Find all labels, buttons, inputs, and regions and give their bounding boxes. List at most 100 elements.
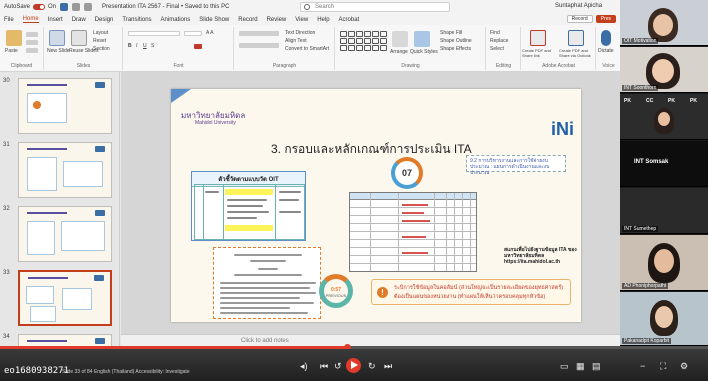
- editing-group-label: Editing: [495, 63, 512, 69]
- replace-label[interactable]: Replace: [490, 38, 508, 44]
- thumbnail-row[interactable]: 31: [0, 140, 119, 204]
- bold-icon[interactable]: B: [128, 43, 132, 49]
- layout-label[interactable]: Layout: [93, 30, 108, 36]
- participant-tile[interactable]: OIT Motivation: [620, 0, 708, 46]
- menu-insert[interactable]: Insert: [48, 17, 63, 23]
- budget-plan-table[interactable]: [349, 192, 477, 272]
- thumbnail-row[interactable]: 32: [0, 204, 119, 268]
- microphone-icon[interactable]: [601, 30, 611, 46]
- reading-view-icon[interactable]: ▤: [592, 361, 601, 372]
- slide-title[interactable]: 3. กรอบและหลักเกณฑ์การประเมิน ITA: [271, 140, 472, 159]
- menu-animations[interactable]: Animations: [161, 17, 191, 23]
- slide-thumbnail-selected[interactable]: [18, 270, 112, 326]
- zoom-out-icon[interactable]: −: [640, 361, 645, 371]
- fullscreen-icon[interactable]: ⛶: [660, 361, 666, 372]
- font-color-icon[interactable]: [194, 44, 202, 49]
- create-pdf-outlook-icon[interactable]: [568, 30, 584, 46]
- menu-view[interactable]: View: [295, 17, 308, 23]
- autosave-toggle[interactable]: AutoSave On: [4, 4, 56, 10]
- menu-acrobat[interactable]: Acrobat: [339, 17, 360, 23]
- undo-icon[interactable]: [72, 3, 81, 11]
- align-text-label[interactable]: Align Text: [285, 38, 307, 44]
- find-label[interactable]: Find: [490, 30, 500, 36]
- current-slide[interactable]: มหาวิทยาลัยมหิดล Mahidol University iNi …: [171, 89, 581, 322]
- shape-effects-label[interactable]: Shape Effects: [440, 46, 471, 52]
- participant-tile[interactable]: Pakanadpit Koparbit: [620, 292, 708, 346]
- normal-view-icon[interactable]: ▭: [560, 361, 569, 372]
- section-label[interactable]: Section: [93, 46, 110, 52]
- search-input[interactable]: Search: [300, 2, 450, 12]
- font-size-select[interactable]: [184, 31, 202, 36]
- thumbnail-row[interactable]: 33: [0, 268, 119, 332]
- volume-icon[interactable]: ◂): [300, 361, 308, 372]
- document-preview[interactable]: [213, 247, 321, 319]
- menu-record[interactable]: Record: [238, 17, 257, 23]
- warning-note-box[interactable]: ! ระบิการใช้ข้อมูลในคอลัมน์ (ส่วนใหญ่จะเ…: [371, 279, 571, 305]
- create-pdf-label: Create PDF and Share link: [522, 48, 551, 58]
- new-slide-icon[interactable]: [49, 30, 65, 46]
- grow-font-icon[interactable]: A A: [206, 30, 214, 36]
- align-icon[interactable]: [239, 43, 279, 48]
- menu-design[interactable]: Design: [95, 17, 114, 23]
- participant-tile[interactable]: INT Sumethep: [620, 188, 708, 234]
- create-pdf-icon[interactable]: [530, 30, 546, 46]
- thumbnail-number: 33: [3, 270, 10, 276]
- shapes-gallery[interactable]: [340, 31, 387, 51]
- convert-smartart-label[interactable]: Convert to SmartArt: [285, 46, 329, 52]
- bullets-icon[interactable]: [239, 31, 279, 36]
- next-icon[interactable]: ⏭: [384, 361, 392, 372]
- paragraph-group-label: Paragraph: [272, 63, 297, 69]
- settings-icon[interactable]: ⚙: [680, 361, 688, 372]
- record-button[interactable]: Record: [566, 15, 593, 23]
- play-button[interactable]: [346, 358, 361, 373]
- participant-tile[interactable]: INT Somsak: [620, 141, 708, 187]
- underline-icon[interactable]: U: [143, 43, 147, 49]
- slide-sorter-icon[interactable]: ▦: [576, 361, 585, 372]
- quick-styles-icon[interactable]: [414, 31, 430, 47]
- thumbnail-row[interactable]: 30: [0, 76, 119, 140]
- redo-icon[interactable]: [84, 3, 93, 11]
- menu-file[interactable]: File: [4, 17, 14, 23]
- toggle-switch-icon[interactable]: [33, 4, 46, 10]
- grid-label: CC: [646, 98, 654, 104]
- forward-icon[interactable]: ↻: [368, 361, 376, 372]
- menu-slide-show[interactable]: Slide Show: [199, 17, 229, 23]
- slide-thumbnail[interactable]: [18, 142, 112, 198]
- note-line-1: ระบิการใช้ข้อมูลในคอลัมน์ (ส่วนใหญ่จะเป็…: [394, 285, 564, 291]
- menu-help[interactable]: Help: [317, 17, 329, 23]
- menu-draw[interactable]: Draw: [72, 17, 86, 23]
- user-name[interactable]: Suntaphat Apicha: [555, 3, 602, 9]
- slide-thumbnail[interactable]: [18, 78, 112, 134]
- italic-icon[interactable]: I: [136, 43, 137, 49]
- menu-home[interactable]: Home: [22, 16, 39, 23]
- reuse-slides-icon[interactable]: [71, 30, 87, 46]
- video-player-bar: eo1680938271 Slide 33 of 84 English (Tha…: [0, 349, 708, 381]
- menu-review[interactable]: Review: [267, 17, 287, 23]
- reset-label[interactable]: Reset: [93, 38, 106, 44]
- rewind-icon[interactable]: ↺: [334, 361, 342, 372]
- previous-icon[interactable]: ⏮: [320, 361, 328, 372]
- shape-fill-label[interactable]: Shape Fill: [440, 30, 462, 36]
- paste-icon[interactable]: [6, 30, 22, 46]
- shape-outline-label[interactable]: Shape Outline: [440, 38, 472, 44]
- strikethrough-icon[interactable]: S: [151, 43, 154, 49]
- slides-group-label: Slides: [76, 63, 91, 69]
- slide-thumbnail[interactable]: [18, 206, 112, 262]
- arrange-icon[interactable]: [392, 31, 408, 47]
- participant-tile-grid[interactable]: PK CC PK PK: [620, 94, 708, 140]
- cut-icon[interactable]: [26, 32, 38, 37]
- save-icon[interactable]: [60, 3, 69, 11]
- text-direction-label[interactable]: Text Direction: [285, 30, 315, 36]
- participant-tile[interactable]: INT Soonthorn: [620, 47, 708, 93]
- thumbnail-number: 32: [3, 206, 10, 212]
- format-painter-icon[interactable]: [26, 48, 38, 53]
- oit-indicator-box[interactable]: ตัวชี้วัดตามแบบวัด OIT: [191, 171, 306, 241]
- participant-tile[interactable]: AD Phoniphorpathi: [620, 235, 708, 291]
- present-button[interactable]: Pres: [595, 15, 616, 23]
- participant-name: INT Soonthorn: [622, 85, 659, 91]
- copy-icon[interactable]: [26, 40, 38, 45]
- menu-transitions[interactable]: Transitions: [122, 17, 151, 23]
- select-label[interactable]: Select: [490, 46, 504, 52]
- annotation-box[interactable]: 9.2 การบริหารงานและการใช้จ่ายงบประมาณ : …: [466, 155, 566, 176]
- font-name-select[interactable]: [128, 31, 180, 36]
